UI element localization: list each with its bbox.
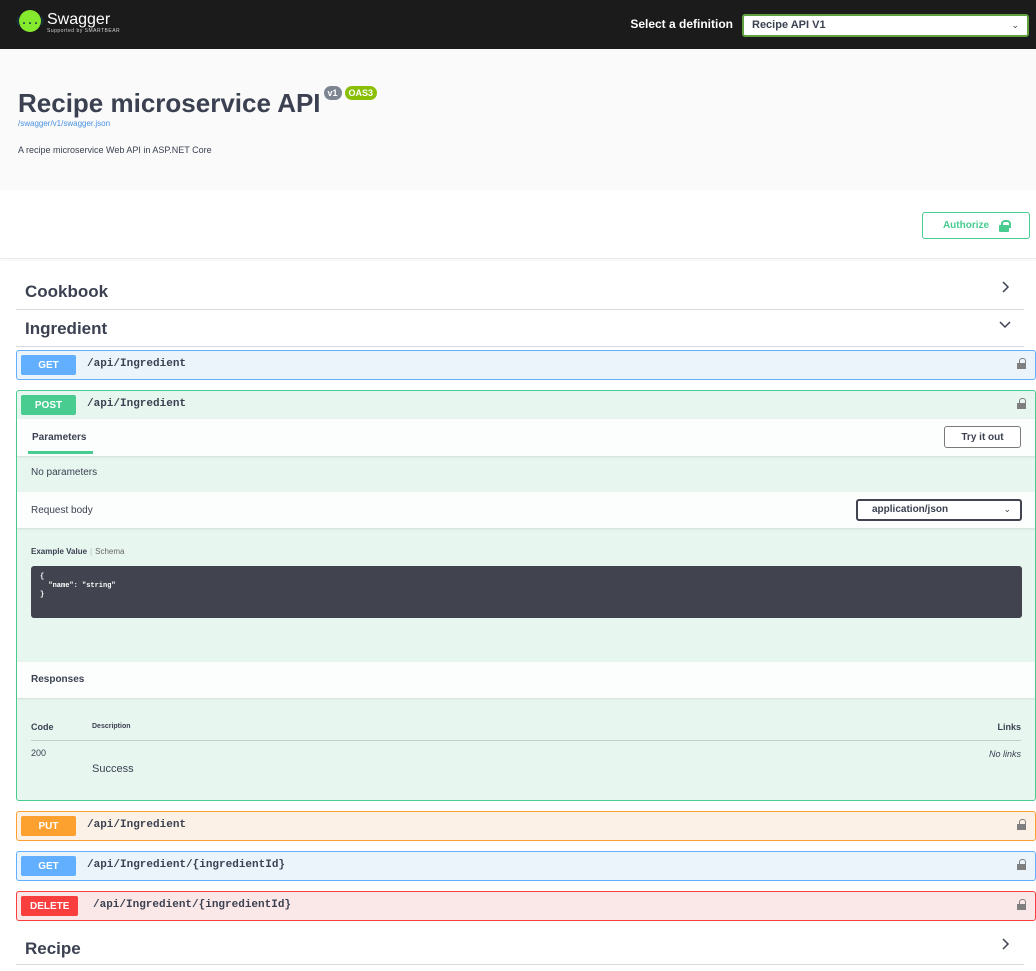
lock-icon[interactable] — [1017, 398, 1026, 409]
example-code-block: { "name": "string" } — [31, 566, 1022, 618]
authorize-label: Authorize — [942, 220, 990, 231]
method-badge: POST — [21, 395, 76, 415]
swagger-logo-icon: {...} — [15, 10, 45, 32]
definition-select-value: Recipe API V1 — [752, 19, 826, 31]
version-badge: v1 — [323, 86, 342, 100]
authorize-button[interactable]: Authorize — [922, 212, 1030, 239]
responses-header: Responses — [17, 662, 1035, 698]
api-title: Recipe microservice API — [18, 88, 321, 118]
tab-example-value[interactable]: Example Value — [31, 547, 87, 556]
operation-delete-ingredient[interactable]: DELETE /api/Ingredient/{ingredientId} — [16, 891, 1036, 921]
column-header-code: Code — [31, 722, 54, 732]
operation-path: /api/Ingredient — [87, 398, 187, 410]
swagger-logo[interactable]: {...} Swagger Supported by SMARTBEAR — [15, 10, 121, 34]
tag-recipe[interactable]: Recipe — [16, 929, 1024, 965]
responses-title: Responses — [31, 674, 85, 685]
logo-name: Swagger — [47, 11, 111, 28]
chevron-down-icon: ⌄ — [1011, 20, 1019, 30]
chevron-down-icon: ⌄ — [1003, 504, 1011, 514]
oas-badge: OAS3 — [344, 86, 378, 100]
operation-put-ingredient[interactable]: PUT /api/Ingredient — [16, 811, 1036, 841]
example-tabs: Example Value | Schema — [31, 547, 125, 556]
response-links: No links — [988, 749, 1021, 759]
operation-header[interactable]: POST /api/Ingredient — [17, 391, 1035, 419]
operation-get-ingredient[interactable]: GET /api/Ingredient — [16, 350, 1036, 380]
tab-parameters[interactable]: Parameters — [32, 432, 86, 443]
method-badge: GET — [21, 355, 76, 375]
request-body-label: Request body — [31, 505, 93, 516]
responses-table: Code Description Links 200 Success No li… — [17, 698, 1035, 799]
definition-select[interactable]: Recipe API V1 ⌄ — [742, 14, 1029, 37]
operation-path: /api/Ingredient/{ingredientId} — [87, 859, 286, 871]
response-code: 200 — [31, 748, 47, 758]
tag-recipe-label: Recipe — [25, 939, 81, 958]
lock-icon[interactable] — [1017, 859, 1026, 870]
operation-post-ingredient: POST /api/Ingredient Parameters Try it o… — [16, 390, 1036, 801]
definition-label: Select a definition — [630, 17, 733, 31]
lock-icon — [999, 219, 1012, 232]
operation-path: /api/Ingredient/{ingredientId} — [93, 899, 292, 911]
chevron-right-icon — [1002, 281, 1010, 293]
lock-icon[interactable] — [1017, 819, 1026, 830]
tab-schema[interactable]: Schema — [95, 547, 124, 556]
divider — [0, 258, 1036, 259]
chevron-down-icon — [999, 321, 1011, 329]
content-type-select[interactable]: application/json ⌄ — [856, 499, 1022, 521]
tag-cookbook[interactable]: Cookbook — [16, 272, 1024, 310]
tag-ingredient[interactable]: Ingredient — [16, 309, 1024, 347]
spec-link[interactable]: /swagger/v1/swagger.json — [18, 119, 110, 128]
page-title: Recipe microservice API v1 OAS3 — [18, 86, 378, 119]
logo-subtitle: Supported by SMARTBEAR — [47, 28, 121, 34]
api-description: A recipe microservice Web API in ASP.NET… — [18, 145, 212, 155]
divider — [31, 740, 1021, 741]
method-badge: PUT — [21, 816, 76, 836]
lock-icon[interactable] — [1017, 899, 1026, 910]
column-header-links: Links — [997, 722, 1021, 732]
request-body-header: Request body application/json ⌄ — [17, 492, 1035, 528]
lock-icon[interactable] — [1017, 358, 1026, 369]
tab-underline — [28, 451, 93, 454]
parameters-header: Parameters Try it out — [17, 419, 1035, 456]
tag-cookbook-label: Cookbook — [25, 282, 109, 301]
column-header-description: Description — [92, 723, 131, 730]
operation-path: /api/Ingredient — [87, 819, 187, 831]
response-description: Success — [92, 763, 134, 775]
content-type-value: application/json — [872, 504, 949, 515]
chevron-right-icon — [1002, 938, 1010, 950]
topbar: {...} Swagger Supported by SMARTBEAR Sel… — [0, 0, 1036, 49]
try-it-out-button[interactable]: Try it out — [944, 426, 1021, 448]
request-body: Example Value | Schema { "name": "string" … — [17, 528, 1035, 662]
method-badge: DELETE — [21, 896, 79, 916]
parameters-body: No parameters — [17, 456, 1035, 492]
operation-get-ingredient-by-id[interactable]: GET /api/Ingredient/{ingredientId} — [16, 851, 1036, 881]
no-parameters-text: No parameters — [31, 467, 98, 478]
info-section: Recipe microservice API v1 OAS3 /swagger… — [0, 49, 1036, 190]
tag-ingredient-label: Ingredient — [25, 319, 108, 338]
operation-path: /api/Ingredient — [87, 358, 187, 370]
method-badge: GET — [21, 856, 76, 876]
